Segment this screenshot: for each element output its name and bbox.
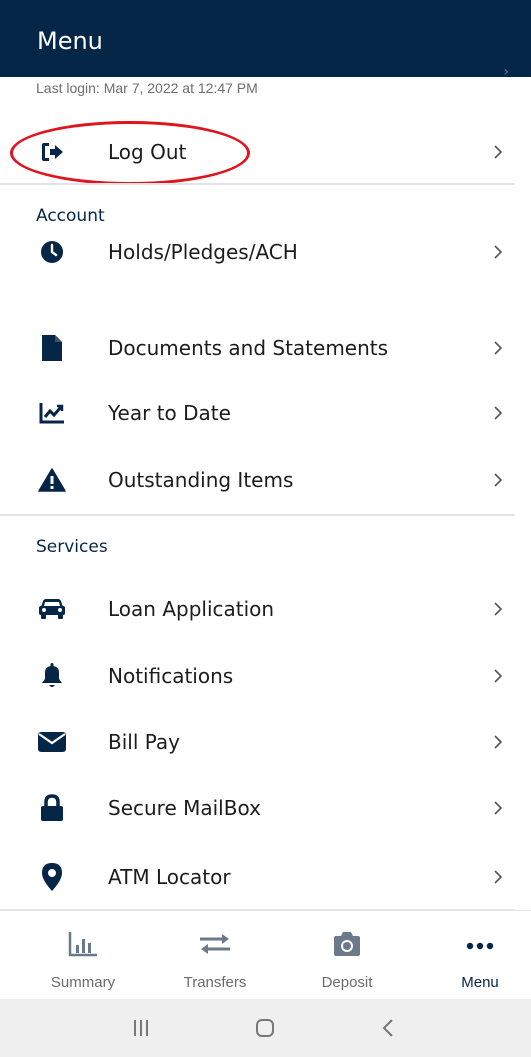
- bottom-nav: Summary Transfers Deposit Menu: [0, 910, 531, 999]
- menu-item-label: Year to Date: [108, 401, 231, 425]
- more-dots-icon: [425, 931, 531, 961]
- tab-label: Transfers: [183, 974, 247, 991]
- chevron-right-icon: [494, 341, 503, 355]
- clock-icon: [37, 237, 67, 267]
- back-icon: [382, 1019, 393, 1037]
- car-icon: [37, 594, 67, 624]
- last-login-text: Last login: Mar 7, 2022 at 12:47 PM: [36, 80, 258, 96]
- tab-deposit[interactable]: Deposit: [292, 911, 402, 1000]
- chevron-right-icon: [494, 145, 503, 159]
- menu-item-label: Secure MailBox: [108, 796, 261, 820]
- bell-icon: [37, 661, 67, 691]
- chevron-right-icon: ›: [503, 64, 509, 80]
- recent-apps-button[interactable]: [121, 1014, 161, 1042]
- line-chart-icon: [37, 398, 67, 428]
- menu-item-label: Holds/Pledges/ACH: [108, 240, 298, 264]
- chevron-right-icon: [494, 473, 503, 487]
- menu-item-label: Notifications: [108, 664, 234, 688]
- back-button[interactable]: [368, 1014, 408, 1042]
- chevron-right-icon: [494, 406, 503, 420]
- menu-item-outstanding-items[interactable]: Outstanding Items: [0, 455, 531, 505]
- document-icon: [37, 333, 67, 363]
- menu-item-label: Outstanding Items: [108, 468, 294, 492]
- menu-item-secure-mailbox[interactable]: Secure MailBox: [0, 783, 531, 833]
- menu-item-loan-application[interactable]: Loan Application: [0, 584, 531, 634]
- system-nav-bar: [0, 999, 531, 1057]
- tab-label: Summary: [50, 974, 116, 991]
- tab-menu[interactable]: Menu: [425, 911, 531, 1000]
- lock-icon: [37, 793, 67, 823]
- tab-label: Deposit: [321, 974, 373, 991]
- chevron-right-icon: [494, 870, 503, 884]
- transfer-arrows-icon: [160, 931, 270, 961]
- chevron-right-icon: [494, 602, 503, 616]
- menu-item-holds[interactable]: Holds/Pledges/ACH: [0, 227, 531, 277]
- menu-item-atm-locator[interactable]: ATM Locator: [0, 852, 531, 902]
- warning-icon: [37, 465, 67, 495]
- chevron-right-icon: [494, 245, 503, 259]
- menu-item-documents[interactable]: Documents and Statements: [0, 323, 531, 373]
- envelope-icon: [37, 727, 67, 757]
- chevron-right-icon: [494, 801, 503, 815]
- chevron-right-icon: [494, 735, 503, 749]
- home-button[interactable]: [245, 1014, 285, 1042]
- menu-item-label: Bill Pay: [108, 730, 181, 754]
- app-header: Menu ›: [0, 0, 531, 80]
- menu-item-notifications[interactable]: Notifications: [0, 651, 531, 701]
- bar-chart-icon: [28, 931, 138, 961]
- divider: [0, 514, 515, 516]
- page-title: Menu: [37, 27, 103, 55]
- recent-apps-icon: [134, 1020, 148, 1036]
- logout-button[interactable]: Log Out: [0, 127, 531, 177]
- map-pin-icon: [37, 862, 67, 892]
- chevron-right-icon: [494, 669, 503, 683]
- menu-item-label: ATM Locator: [108, 865, 231, 889]
- menu-item-year-to-date[interactable]: Year to Date: [0, 388, 531, 438]
- section-title-account: Account: [36, 206, 105, 226]
- divider: [0, 183, 515, 185]
- menu-item-label: Loan Application: [108, 597, 275, 621]
- camera-icon: [292, 931, 402, 961]
- sign-out-icon: [37, 137, 67, 167]
- menu-item-label: Documents and Statements: [108, 336, 389, 360]
- tab-label: Menu: [461, 974, 499, 991]
- section-title-services: Services: [36, 537, 108, 557]
- tab-summary[interactable]: Summary: [28, 911, 138, 1000]
- logout-label: Log Out: [108, 140, 187, 164]
- tab-transfers[interactable]: Transfers: [160, 911, 270, 1000]
- home-icon: [256, 1019, 274, 1037]
- menu-item-bill-pay[interactable]: Bill Pay: [0, 717, 531, 767]
